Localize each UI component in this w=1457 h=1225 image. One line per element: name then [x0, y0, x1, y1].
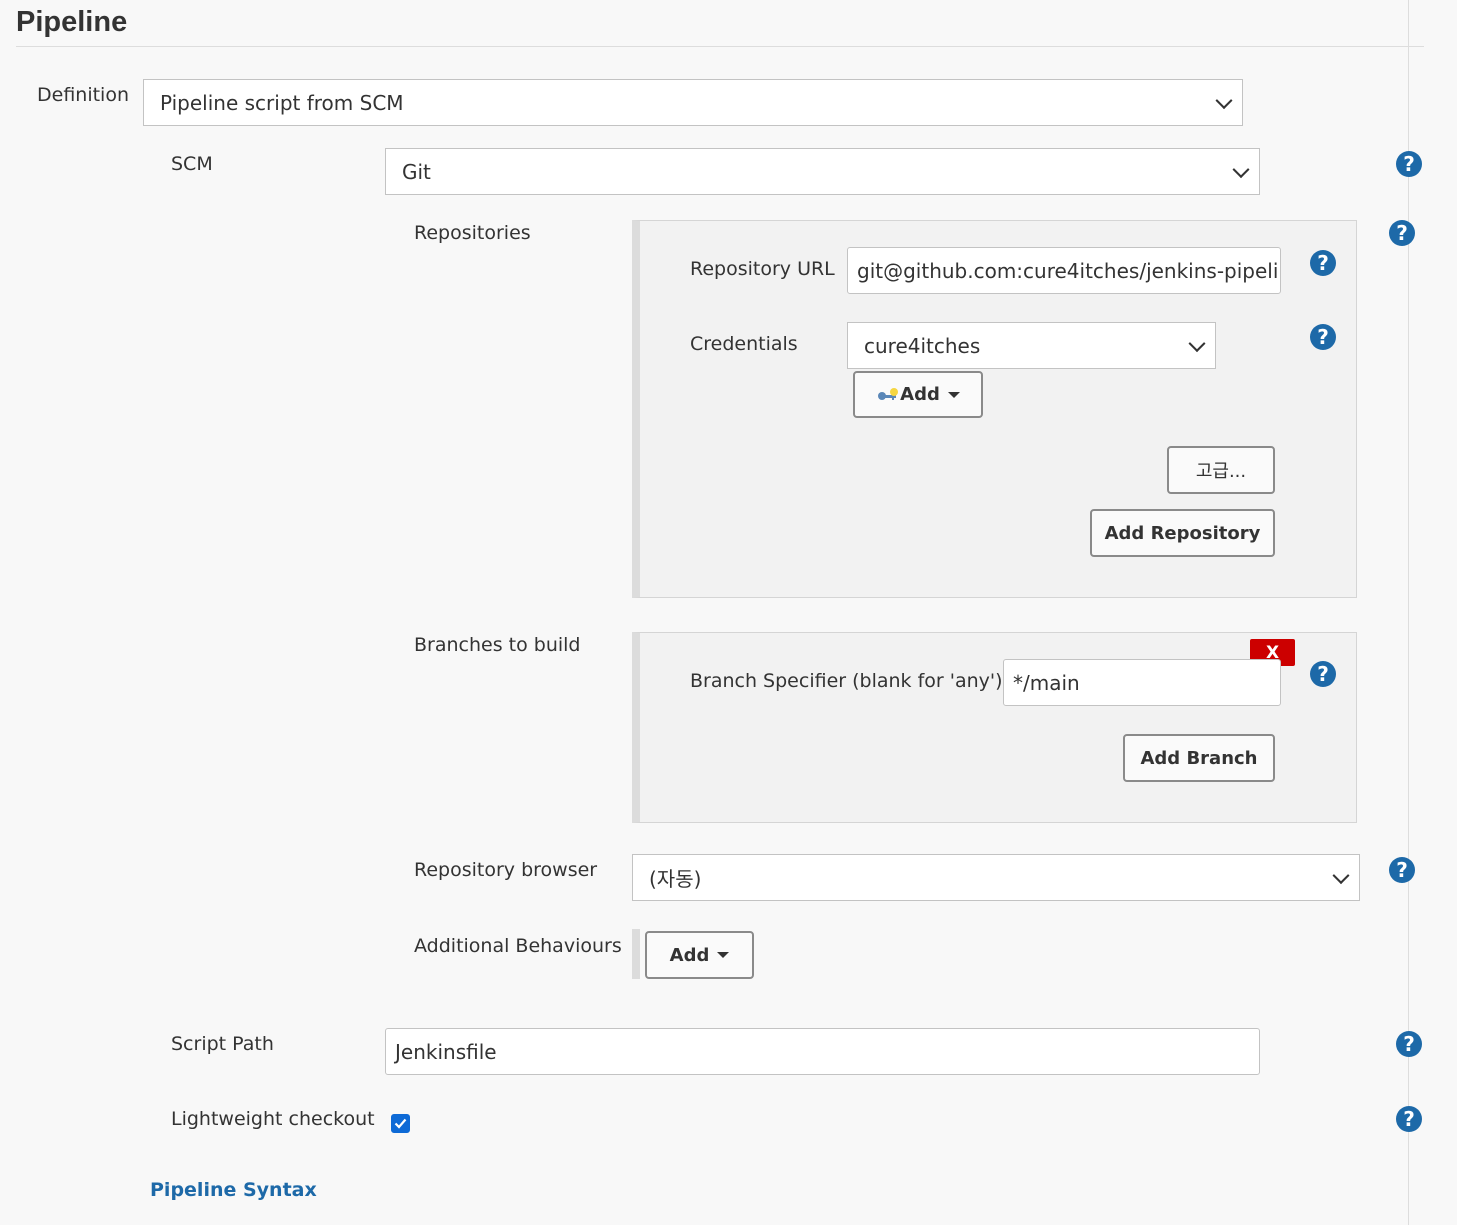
branch-specifier-input[interactable]: */main [1003, 659, 1281, 706]
add-credentials-label: Add [900, 384, 940, 405]
checkmark-icon [394, 1118, 407, 1129]
advanced-button[interactable]: 고급... [1167, 446, 1275, 494]
definition-label: Definition [37, 84, 130, 106]
scm-select[interactable]: Git [385, 148, 1260, 195]
chevron-down-icon [1232, 160, 1250, 178]
scm-label: SCM [171, 153, 213, 175]
credentials-help-icon[interactable]: ? [1310, 324, 1336, 350]
pipeline-config-page: Pipeline Definition Pipeline script from… [0, 0, 1457, 1225]
chevron-down-icon [1332, 866, 1350, 884]
caret-down-icon [717, 952, 730, 958]
repository-url-input[interactable]: git@github.com:cure4itches/jenkins-pipel… [847, 247, 1281, 294]
repository-url-help-icon[interactable]: ? [1310, 250, 1336, 276]
repositories-help-icon[interactable]: ? [1389, 220, 1415, 246]
section-divider [16, 46, 1424, 47]
add-behaviour-label: Add [669, 944, 710, 966]
additional-behaviours-bar [632, 929, 640, 979]
add-credentials-button[interactable]: Add [853, 371, 983, 418]
credentials-select-value: cure4itches [864, 333, 981, 358]
section-title: Pipeline [16, 6, 128, 38]
repositories-label: Repositories [414, 222, 531, 244]
repository-browser-select[interactable]: (자동) [632, 854, 1360, 901]
script-path-help-icon[interactable]: ? [1396, 1031, 1422, 1057]
caret-down-icon [947, 391, 960, 398]
add-behaviour-button[interactable]: Add [645, 931, 754, 979]
definition-select-value: Pipeline script from SCM [160, 90, 404, 115]
repository-url-label: Repository URL [690, 258, 835, 280]
lightweight-checkout-label: Lightweight checkout [171, 1108, 375, 1130]
repository-browser-label: Repository browser [414, 859, 598, 881]
chevron-down-icon [1215, 91, 1233, 109]
add-repository-button[interactable]: Add Repository [1090, 509, 1275, 557]
script-path-label: Script Path [171, 1033, 274, 1055]
additional-behaviours-label: Additional Behaviours [414, 935, 622, 957]
pipeline-syntax-link[interactable]: Pipeline Syntax [150, 1179, 317, 1201]
branches-label: Branches to build [414, 634, 581, 656]
credentials-label: Credentials [690, 333, 798, 355]
lightweight-checkout-checkbox[interactable] [391, 1114, 410, 1133]
credentials-select[interactable]: cure4itches [847, 322, 1216, 369]
branch-specifier-help-icon[interactable]: ? [1310, 661, 1336, 687]
scm-help-icon[interactable]: ? [1396, 151, 1422, 177]
branch-specifier-label: Branch Specifier (blank for 'any') [690, 670, 1003, 692]
lightweight-checkout-help-icon[interactable]: ? [1396, 1106, 1422, 1132]
add-branch-button[interactable]: Add Branch [1123, 734, 1275, 782]
repository-browser-select-value: (자동) [649, 867, 702, 891]
definition-select[interactable]: Pipeline script from SCM [143, 79, 1243, 126]
scm-select-value: Git [402, 159, 431, 184]
key-icon [876, 387, 900, 403]
script-path-input[interactable]: Jenkinsfile [385, 1028, 1260, 1075]
repository-browser-help-icon[interactable]: ? [1389, 857, 1415, 883]
chevron-down-icon [1188, 334, 1206, 352]
